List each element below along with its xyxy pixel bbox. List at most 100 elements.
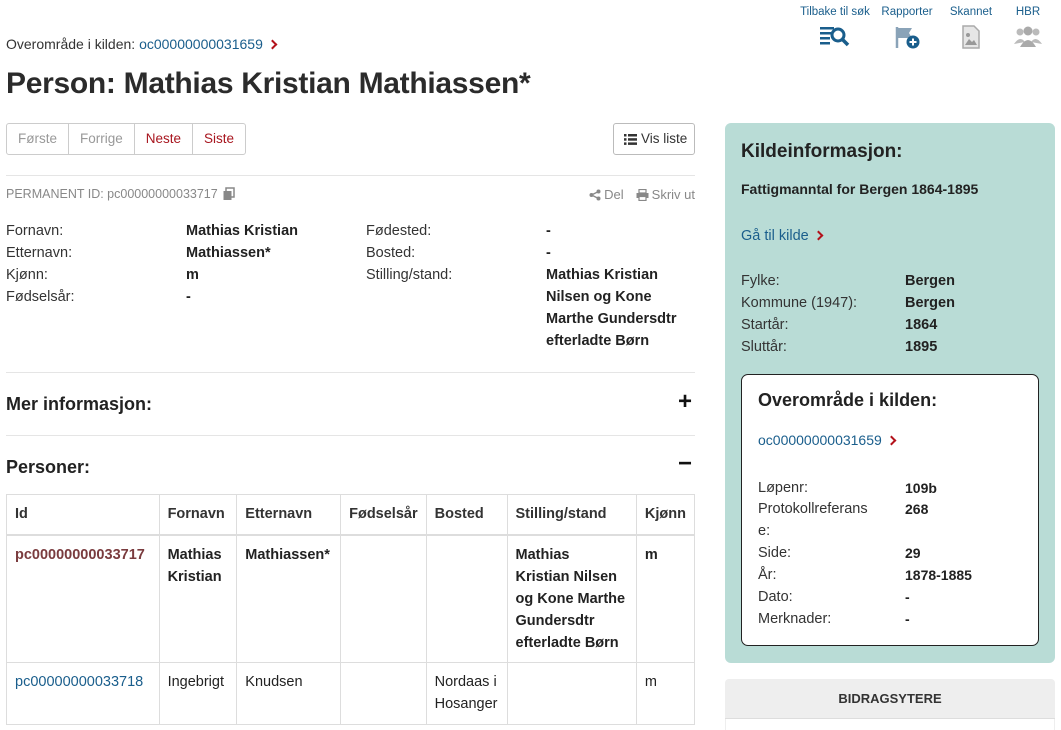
breadcrumb: Overområde i kilden: oc00000000031659	[6, 36, 278, 52]
share-icon	[589, 189, 601, 200]
pager-first: Første	[7, 124, 69, 154]
field-label-fornavn: Fornavn:	[6, 223, 64, 239]
cell-line: efterladte Børn	[515, 634, 619, 651]
source-field-value: 1864	[905, 317, 938, 333]
source-info-panel: Kildeinformasjon: Fattigmanntal for Berg…	[725, 123, 1055, 663]
cell-line: Kristian Nilsen	[515, 568, 618, 585]
breadcrumb-label: Overområde i kilden:	[6, 36, 136, 52]
col-id: Id	[6, 494, 160, 536]
source-field-label: Sluttår:	[741, 339, 787, 355]
section-persons[interactable]: Personer:	[6, 457, 90, 478]
cell-fodselsar	[340, 662, 427, 725]
field-value-fornavn: Mathias Kristian	[186, 223, 298, 239]
print-label: Skriv ut	[651, 187, 695, 202]
source-field-label: Startår:	[741, 317, 789, 333]
parent-area-link[interactable]: oc00000000031659	[758, 432, 897, 448]
person-id-link[interactable]: pc00000000033718	[15, 674, 143, 690]
field-label-stilling: Stilling/stand:	[366, 267, 453, 283]
cell-line: Mathias	[515, 546, 570, 563]
parent-field-value: 1878-1885	[905, 567, 972, 583]
parent-field-label: År:	[758, 567, 777, 583]
share-button[interactable]: Del	[589, 187, 624, 202]
contributors-panel: BIDRAGSYTERE	[725, 679, 1055, 730]
label-line: Protokollreferans	[758, 501, 868, 517]
person-id-link[interactable]: pc00000000033717	[15, 547, 145, 563]
field-label-fodested: Fødested:	[366, 223, 432, 239]
nav-reports[interactable]: Rapporter	[875, 6, 939, 50]
nav-label: Tilbake til søk	[800, 6, 870, 18]
pager-next[interactable]: Neste	[135, 124, 194, 154]
chevron-right-icon	[813, 230, 824, 241]
nav-label: HBR	[1015, 6, 1041, 18]
parent-field-value: 29	[905, 545, 921, 561]
stilling-line: Mathias Kristian	[546, 267, 658, 283]
pager-previous: Forrige	[69, 124, 135, 154]
nav-hbr[interactable]: HBR	[1003, 6, 1053, 50]
contributors-heading: BIDRAGSYTERE	[725, 679, 1055, 719]
field-value-fodested: -	[546, 223, 551, 239]
parent-field-value: 268	[905, 501, 929, 517]
parent-field-label: Side:	[758, 545, 792, 561]
field-label-bosted: Bosted:	[366, 245, 416, 261]
nav-back-to-search[interactable]: Tilbake til søk	[795, 6, 875, 50]
cell-id: pc00000000033717	[6, 534, 160, 663]
cell-stilling	[506, 662, 637, 725]
cell-kjonn: m	[635, 662, 696, 725]
parent-field-label: Dato:	[758, 589, 793, 605]
share-label: Del	[604, 187, 624, 202]
cell-line: Hosanger	[434, 696, 498, 712]
source-name: Fattigmanntal for Bergen 1864-1895	[741, 181, 979, 197]
parent-field-value: -	[905, 589, 910, 605]
list-icon	[624, 133, 637, 145]
source-field-value: Bergen	[905, 273, 955, 289]
field-value-fodselsar: -	[186, 289, 191, 305]
print-icon	[636, 188, 649, 201]
nav-scanned[interactable]: Skannet	[939, 6, 1003, 50]
source-field-label: Kommune (1947):	[741, 295, 858, 311]
cell-fornavn: Mathias Kristian	[158, 534, 238, 663]
collapse-minus-icon[interactable]: −	[678, 450, 692, 478]
col-fornavn: Fornavn	[158, 494, 238, 536]
cell-fornavn: Ingebrigt	[158, 662, 238, 725]
expand-plus-icon[interactable]: +	[678, 388, 692, 416]
contributors-body	[726, 719, 1054, 730]
pager-last[interactable]: Siste	[193, 124, 245, 154]
stilling-line: Marthe Gundersdtr	[546, 311, 677, 327]
section-more-info[interactable]: Mer informasjon:	[6, 394, 152, 415]
source-info-title: Kildeinformasjon:	[741, 141, 903, 162]
source-field-value: 1895	[905, 339, 938, 355]
go-to-source-link[interactable]: Gå til kilde	[741, 228, 824, 244]
field-label-etternavn: Etternavn:	[6, 245, 73, 261]
page-title: Person: Mathias Kristian Mathiassen*	[6, 67, 531, 100]
parent-area-box: Overområde i kilden: oc00000000031659 Lø…	[741, 374, 1039, 646]
col-stilling: Stilling/stand	[506, 494, 637, 536]
parent-field-value: -	[905, 611, 910, 627]
show-list-button[interactable]: Vis liste	[613, 123, 695, 155]
parent-area-link-label: oc00000000031659	[758, 432, 882, 448]
cell-bosted: Nordaas i Hosanger	[425, 662, 508, 725]
source-field-value: Bergen	[905, 295, 955, 311]
cell-line: og Kone Marthe	[515, 590, 626, 607]
cell-line: Nordaas i	[434, 674, 497, 690]
label-line: e:	[758, 523, 771, 539]
col-bosted: Bosted	[425, 494, 508, 536]
cell-etternavn: Mathiassen*	[236, 534, 342, 663]
table-header-row: Id Fornavn Etternavn Fødselsår Bosted St…	[6, 494, 696, 536]
parent-area-title: Overområde i kilden:	[758, 390, 938, 410]
field-value-stilling: Mathias Kristian Nilsen og Kone Marthe G…	[546, 264, 677, 352]
copy-icon[interactable]	[222, 187, 236, 201]
cell-stilling: Mathias Kristian Nilsen og Kone Marthe G…	[506, 534, 637, 663]
parent-field-label: Protokollreferans e:	[758, 498, 888, 542]
chevron-right-icon	[886, 435, 897, 446]
stilling-line: efterladte Børn	[546, 333, 650, 349]
parent-field-value: 109b	[905, 480, 937, 496]
breadcrumb-link[interactable]: oc00000000031659	[139, 36, 263, 52]
col-etternavn: Etternavn	[236, 494, 342, 536]
chevron-right-icon	[267, 39, 278, 50]
print-button[interactable]: Skriv ut	[636, 187, 695, 202]
field-value-kjonn: m	[186, 267, 199, 283]
go-to-source-label: Gå til kilde	[741, 228, 809, 244]
search-list-icon	[820, 27, 850, 47]
table-row: pc00000000033717 Mathias Kristian Mathias…	[6, 534, 696, 663]
cell-bosted	[425, 534, 508, 663]
